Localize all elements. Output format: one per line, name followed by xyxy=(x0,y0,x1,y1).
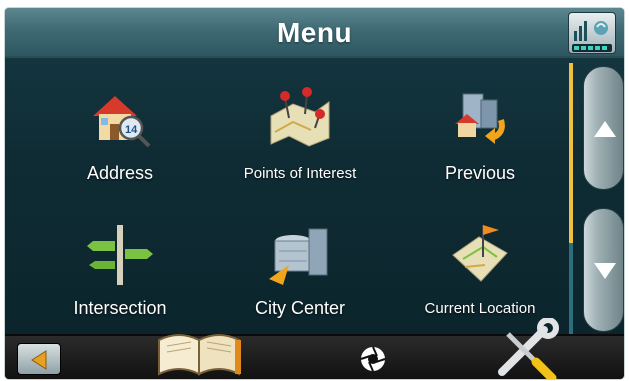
menu-item-label: Intersection xyxy=(73,298,167,318)
menu-item-current-location[interactable]: Current Location xyxy=(395,203,565,323)
back-button[interactable] xyxy=(17,343,61,375)
scroll-up-button[interactable] xyxy=(583,66,624,190)
house-address-icon: 14 xyxy=(93,96,151,148)
tools-icon[interactable] xyxy=(492,318,562,379)
arrow-up-icon xyxy=(594,121,616,137)
menu-item-points-of-interest[interactable]: Points of Interest xyxy=(215,68,385,188)
menu-item-label: Address xyxy=(86,163,154,183)
menu-item-address[interactable]: 14 Address xyxy=(35,68,205,188)
scrollbar-thumb[interactable] xyxy=(569,63,573,243)
menu-item-label: City Center xyxy=(254,298,346,318)
arrow-down-icon xyxy=(594,263,616,279)
menu-grid: 14 Address Points of Interest Previous I… xyxy=(35,68,565,338)
scroll-down-button[interactable] xyxy=(583,208,624,332)
page-title: Menu xyxy=(276,17,353,48)
app-frame: Menu 14 Address Points of Interest Previ… xyxy=(5,8,624,379)
menu-item-label: Points of Interest xyxy=(243,165,357,182)
signal-battery-icon[interactable] xyxy=(568,12,616,54)
book-icon[interactable] xyxy=(155,322,243,378)
signpost-icon xyxy=(87,225,153,285)
menu-item-city-center[interactable]: City Center xyxy=(215,203,385,323)
map-pins-icon xyxy=(270,87,330,147)
arrow-left-icon xyxy=(31,350,47,370)
recent-buildings-icon xyxy=(455,93,505,144)
bottom-toolbar xyxy=(5,318,624,379)
menu-item-intersection[interactable]: Intersection xyxy=(35,203,205,323)
svg-text:14: 14 xyxy=(125,124,138,136)
title-bar: Menu xyxy=(5,8,624,58)
menu-item-label: Previous xyxy=(444,163,516,183)
map-flag-icon xyxy=(452,225,508,282)
menu-item-label: Current Location xyxy=(424,300,536,317)
menu-item-previous[interactable]: Previous xyxy=(395,68,565,188)
camera-shutter-icon[interactable] xyxy=(355,344,391,374)
city-buildings-icon xyxy=(269,228,328,285)
